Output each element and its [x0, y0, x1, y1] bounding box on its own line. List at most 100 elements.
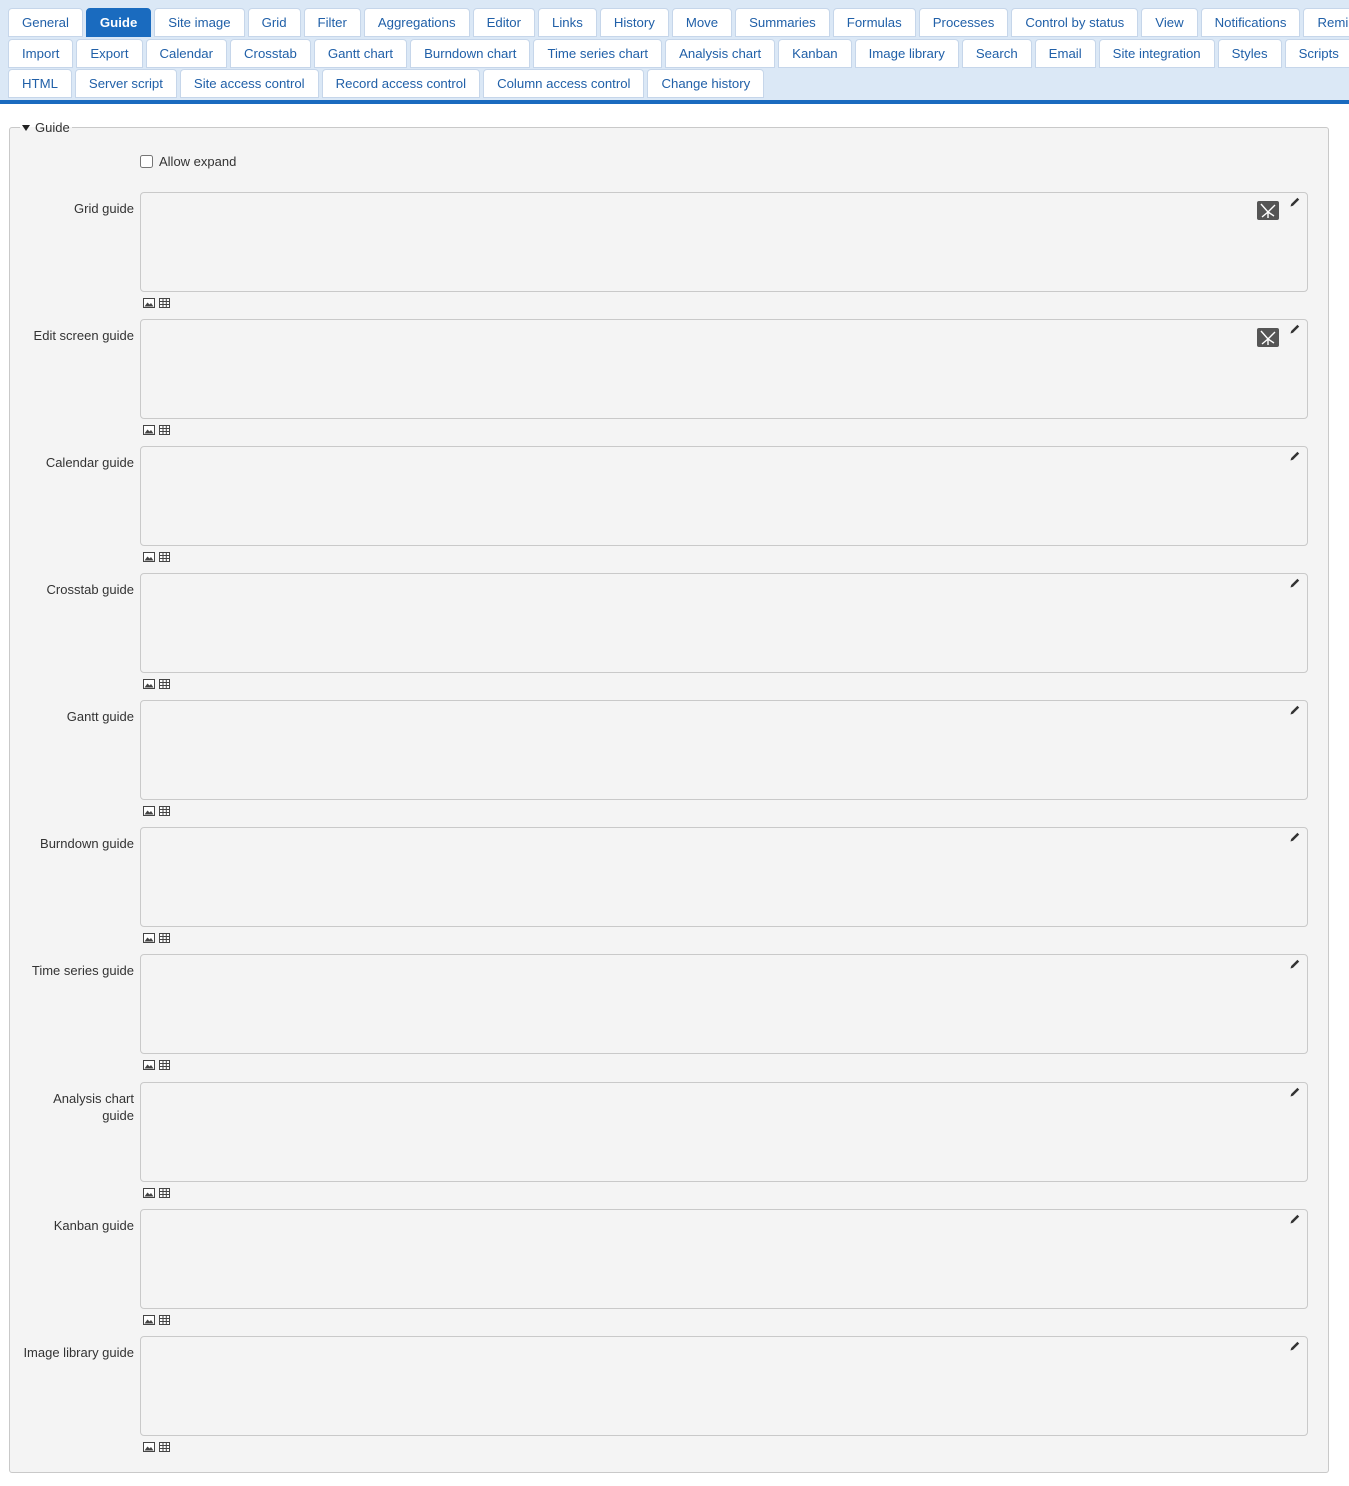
table-icon[interactable]	[159, 550, 171, 562]
crosstab-guide-text[interactable]	[141, 574, 1307, 586]
time-series-guide-editor[interactable]	[140, 954, 1308, 1054]
grid-guide-editor[interactable]	[140, 192, 1308, 292]
gantt-guide-text[interactable]	[141, 701, 1307, 713]
tab-server-script[interactable]: Server script	[74, 69, 177, 98]
table-icon[interactable]	[159, 1186, 171, 1198]
grid-guide-label: Grid guide	[74, 201, 134, 216]
tab-processes[interactable]: Processes	[918, 8, 1009, 37]
tab-burndown-chart[interactable]: Burndown chart	[410, 38, 531, 68]
analysis-chart-guide-label: Analysis chart guide	[53, 1091, 134, 1123]
image-icon[interactable]	[143, 1313, 155, 1325]
tab-reminders[interactable]: Reminders	[1303, 8, 1349, 37]
image-icon[interactable]	[143, 296, 155, 308]
grid-guide-text[interactable]	[141, 193, 1307, 205]
edit-screen-guide-label: Edit screen guide	[33, 328, 134, 343]
pencil-icon[interactable]	[1289, 1213, 1301, 1225]
burndown-guide-editor[interactable]	[140, 827, 1308, 927]
allow-expand-checkbox[interactable]	[140, 155, 153, 168]
table-icon[interactable]	[159, 1313, 171, 1325]
tab-links[interactable]: Links	[538, 8, 597, 37]
allow-expand[interactable]: Allow expand	[139, 154, 236, 169]
tab-move[interactable]: Move	[671, 8, 733, 37]
tab-row-2: Import Export Calendar Crosstab Gantt ch…	[8, 38, 1349, 70]
analysis-chart-guide-editor[interactable]	[140, 1082, 1308, 1182]
tab-calendar[interactable]: Calendar	[145, 38, 228, 68]
tab-export[interactable]: Export	[76, 38, 143, 68]
calendar-guide-text[interactable]	[141, 447, 1307, 459]
tab-analysis-chart[interactable]: Analysis chart	[665, 38, 776, 68]
table-icon[interactable]	[159, 296, 171, 308]
pencil-icon[interactable]	[1289, 1340, 1301, 1352]
tab-control-by-status[interactable]: Control by status	[1011, 8, 1139, 37]
pencil-icon[interactable]	[1289, 450, 1301, 462]
pencil-icon[interactable]	[1289, 704, 1301, 716]
tab-aggregations[interactable]: Aggregations	[363, 8, 470, 37]
tab-notifications[interactable]: Notifications	[1200, 8, 1301, 37]
analysis-chart-guide-text[interactable]	[141, 1083, 1307, 1095]
expand-icon[interactable]	[1257, 201, 1279, 220]
tab-record-access-control[interactable]: Record access control	[321, 69, 481, 98]
tab-import[interactable]: Import	[8, 38, 74, 68]
image-icon[interactable]	[143, 423, 155, 435]
crosstab-guide-editor[interactable]	[140, 573, 1308, 673]
table-icon[interactable]	[159, 1440, 171, 1452]
pencil-icon[interactable]	[1289, 831, 1301, 843]
tab-grid[interactable]: Grid	[247, 8, 301, 37]
tab-site-access-control[interactable]: Site access control	[179, 69, 319, 98]
kanban-guide-editor[interactable]	[140, 1209, 1308, 1309]
time-series-guide-text[interactable]	[141, 955, 1307, 967]
calendar-guide-editor[interactable]	[140, 446, 1308, 546]
gantt-guide-editor[interactable]	[140, 700, 1308, 800]
tab-image-library[interactable]: Image library	[854, 38, 959, 68]
table-icon[interactable]	[159, 804, 171, 816]
tab-kanban[interactable]: Kanban	[778, 38, 852, 68]
pencil-icon[interactable]	[1289, 1086, 1301, 1098]
tab-scripts[interactable]: Scripts	[1284, 38, 1349, 68]
tab-column-access-control[interactable]: Column access control	[483, 69, 645, 98]
pencil-icon[interactable]	[1289, 958, 1301, 970]
table-icon[interactable]	[159, 931, 171, 943]
image-icon[interactable]	[143, 931, 155, 943]
image-icon[interactable]	[143, 1058, 155, 1070]
tab-view[interactable]: View	[1141, 8, 1198, 37]
image-icon[interactable]	[143, 550, 155, 562]
tab-gantt-chart[interactable]: Gantt chart	[313, 38, 408, 68]
tab-html[interactable]: HTML	[8, 69, 72, 98]
image-library-guide-editor[interactable]	[140, 1336, 1308, 1436]
tab-formulas[interactable]: Formulas	[832, 8, 916, 37]
tab-site-image[interactable]: Site image	[154, 8, 245, 37]
burndown-guide-text[interactable]	[141, 828, 1307, 840]
table-icon[interactable]	[159, 677, 171, 689]
pencil-icon[interactable]	[1289, 323, 1301, 335]
edit-screen-guide-text[interactable]	[141, 320, 1307, 332]
tab-crosstab[interactable]: Crosstab	[230, 38, 311, 68]
expand-icon[interactable]	[1257, 328, 1279, 347]
edit-screen-guide-editor[interactable]	[140, 319, 1308, 419]
tab-general[interactable]: General	[8, 8, 83, 37]
tab-change-history[interactable]: Change history	[647, 69, 765, 98]
tab-filter[interactable]: Filter	[303, 8, 361, 37]
tab-time-series-chart[interactable]: Time series chart	[533, 38, 663, 68]
image-icon[interactable]	[143, 1440, 155, 1452]
tab-site-integration[interactable]: Site integration	[1098, 38, 1215, 68]
image-icon[interactable]	[143, 804, 155, 816]
tab-search[interactable]: Search	[961, 38, 1032, 68]
table-icon[interactable]	[159, 423, 171, 435]
tab-styles[interactable]: Styles	[1217, 38, 1282, 68]
image-icon[interactable]	[143, 1186, 155, 1198]
guide-legend[interactable]: Guide	[20, 120, 72, 135]
tab-email[interactable]: Email	[1034, 38, 1096, 68]
pencil-icon[interactable]	[1289, 577, 1301, 589]
tab-summaries[interactable]: Summaries	[735, 8, 830, 37]
collapse-triangle-icon	[22, 124, 30, 131]
tab-history[interactable]: History	[599, 8, 669, 37]
settings-tab-bar: General Guide Site image Grid Filter Agg…	[0, 0, 1349, 104]
image-library-guide-text[interactable]	[141, 1337, 1307, 1349]
tab-editor[interactable]: Editor	[472, 8, 536, 37]
table-icon[interactable]	[159, 1058, 171, 1070]
image-icon[interactable]	[143, 677, 155, 689]
tab-guide[interactable]: Guide	[85, 8, 152, 37]
pencil-icon[interactable]	[1289, 196, 1301, 208]
burndown-guide-label: Burndown guide	[40, 836, 134, 851]
kanban-guide-text[interactable]	[141, 1210, 1307, 1222]
